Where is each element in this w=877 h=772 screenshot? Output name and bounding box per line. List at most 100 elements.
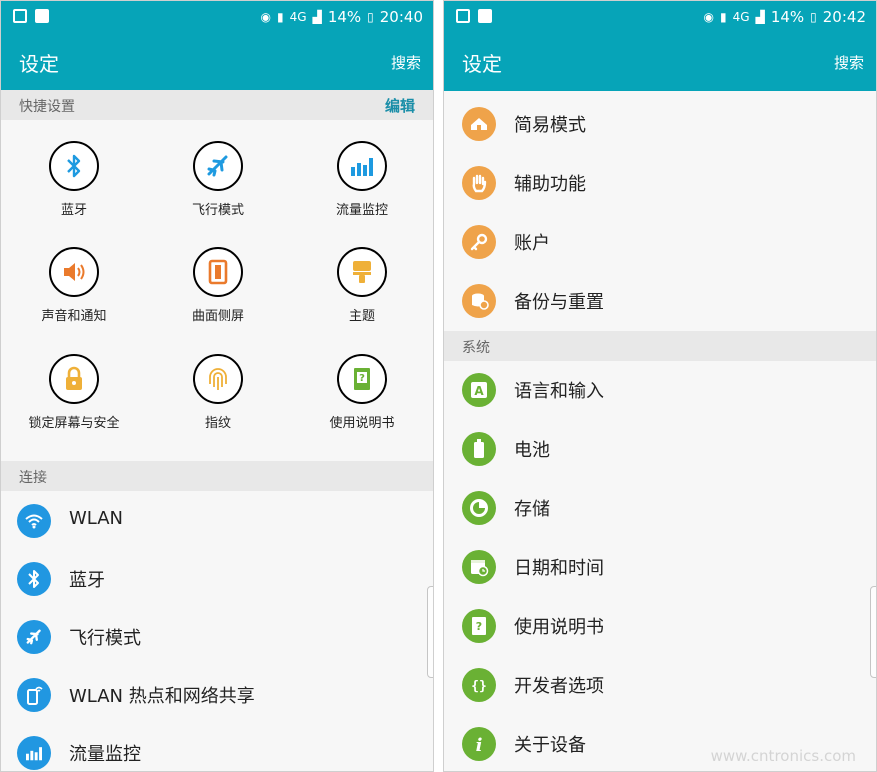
page-title: 设定 bbox=[19, 52, 59, 76]
list-item-accessibility[interactable]: 辅助功能 bbox=[444, 156, 876, 214]
sim-icon: ▮ bbox=[277, 10, 284, 24]
airplane-icon bbox=[193, 141, 243, 191]
app-bar: 设定 搜索 bbox=[1, 35, 433, 91]
speaker-icon bbox=[49, 247, 99, 297]
battery-icon: ▯ bbox=[810, 10, 817, 24]
quick-tile-sound[interactable]: 声音和通知 bbox=[9, 247, 139, 324]
quick-tile-edge-screen[interactable]: 曲面侧屏 bbox=[153, 247, 283, 324]
connections-header: 连接 bbox=[1, 461, 433, 491]
quick-settings-header: 快捷设置 编辑 bbox=[1, 90, 433, 120]
edit-button[interactable]: 编辑 bbox=[385, 95, 415, 116]
edge-panel-handle[interactable] bbox=[870, 586, 876, 678]
sim-icon: ▮ bbox=[720, 10, 727, 24]
list-item-label: 开发者选项 bbox=[514, 676, 604, 697]
bluetooth-icon bbox=[17, 562, 51, 596]
list-item-label: 简易模式 bbox=[514, 115, 586, 136]
tile-label: 锁定屏幕与安全 bbox=[28, 416, 120, 431]
search-button[interactable]: 搜索 bbox=[391, 52, 421, 73]
paintbrush-icon bbox=[337, 247, 387, 297]
manual-icon: ? bbox=[462, 609, 496, 643]
section-label: 连接 bbox=[19, 470, 47, 486]
tile-label: 主题 bbox=[348, 309, 375, 324]
hotspot-icon bbox=[17, 678, 51, 712]
clock: 20:42 bbox=[822, 8, 866, 26]
network-type: 4G bbox=[732, 10, 750, 24]
list-item-easy-mode[interactable]: 简易模式 bbox=[444, 97, 876, 155]
list-item-wlan[interactable]: WLAN bbox=[1, 494, 433, 552]
data-usage-icon bbox=[17, 736, 51, 770]
list-item-language-input[interactable]: A 语言和输入 bbox=[444, 363, 876, 421]
wifi-status-icon: ◉ bbox=[703, 10, 715, 24]
list-item-airplane[interactable]: 飞行模式 bbox=[1, 610, 433, 668]
battery-percent: 14% bbox=[327, 8, 362, 26]
tile-label: 流量监控 bbox=[335, 203, 388, 218]
list-item-label: 语言和输入 bbox=[514, 381, 604, 402]
quick-tile-bluetooth[interactable]: 蓝牙 bbox=[9, 141, 139, 218]
status-bar: ◉ ▮ 4G ▟ 14% ▯ 20:40 bbox=[1, 1, 433, 35]
app-notification-icon bbox=[478, 9, 492, 23]
tile-label: 蓝牙 bbox=[60, 203, 87, 218]
storage-icon bbox=[462, 491, 496, 525]
list-item-battery[interactable]: 电池 bbox=[444, 422, 876, 480]
list-item-label: 使用说明书 bbox=[514, 617, 604, 638]
list-item-storage[interactable]: 存储 bbox=[444, 481, 876, 539]
search-button[interactable]: 搜索 bbox=[834, 52, 864, 73]
app-bar: 设定 搜索 bbox=[444, 35, 876, 91]
watermark-text: www.cntronics.com bbox=[710, 747, 856, 765]
quick-tile-data-usage[interactable]: 流量监控 bbox=[297, 141, 427, 218]
hand-icon bbox=[462, 166, 496, 200]
edge-screen-icon bbox=[193, 247, 243, 297]
list-item-bluetooth[interactable]: 蓝牙 bbox=[1, 552, 433, 610]
edge-panel-handle[interactable] bbox=[427, 586, 433, 678]
list-item-date-time[interactable]: 日期和时间 bbox=[444, 540, 876, 598]
list-item-label: 电池 bbox=[514, 440, 550, 461]
tile-label: 曲面侧屏 bbox=[191, 309, 244, 324]
info-icon: i bbox=[462, 727, 496, 761]
notification-icon bbox=[456, 9, 470, 23]
list-item-label: 日期和时间 bbox=[514, 558, 604, 579]
language-icon: A bbox=[462, 373, 496, 407]
status-bar: ◉ ▮ 4G ▟ 14% ▯ 20:42 bbox=[444, 1, 876, 35]
list-item-data-usage[interactable]: 流量监控 bbox=[1, 726, 433, 771]
battery-icon: ▯ bbox=[367, 10, 374, 24]
network-type: 4G bbox=[289, 10, 307, 24]
svg-text:?: ? bbox=[476, 620, 482, 633]
quick-tile-themes[interactable]: 主题 bbox=[297, 247, 427, 324]
quick-tile-fingerprint[interactable]: 指纹 bbox=[153, 354, 283, 431]
system-header: 系统 bbox=[444, 331, 876, 361]
wifi-icon bbox=[17, 504, 51, 538]
list-item-hotspot[interactable]: WLAN 热点和网络共享 bbox=[1, 668, 433, 726]
quick-tile-manual[interactable]: ? 使用说明书 bbox=[297, 354, 427, 431]
airplane-icon bbox=[17, 620, 51, 654]
list-item-backup-reset[interactable]: 备份与重置 bbox=[444, 274, 876, 332]
list-item-developer-options[interactable]: {} 开发者选项 bbox=[444, 658, 876, 716]
quick-tile-airplane[interactable]: 飞行模式 bbox=[153, 141, 283, 218]
manual-icon: ? bbox=[337, 354, 387, 404]
tile-label: 飞行模式 bbox=[191, 203, 244, 218]
section-label: 系统 bbox=[462, 340, 490, 356]
list-item-label: 飞行模式 bbox=[69, 628, 141, 649]
settings-screen-left: ◉ ▮ 4G ▟ 14% ▯ 20:40 设定 搜索 快捷设置 编辑 蓝牙 飞行… bbox=[0, 0, 434, 772]
list-item-label: 账户 bbox=[514, 233, 550, 254]
bluetooth-icon bbox=[49, 141, 99, 191]
list-item-label: 存储 bbox=[514, 499, 550, 520]
settings-screen-right: ◉ ▮ 4G ▟ 14% ▯ 20:42 设定 搜索 简易模式 辅助功能 账户 bbox=[443, 0, 877, 772]
page-title: 设定 bbox=[462, 52, 502, 76]
key-icon bbox=[462, 225, 496, 259]
list-item-accounts[interactable]: 账户 bbox=[444, 215, 876, 273]
svg-text:{}: {} bbox=[471, 679, 487, 694]
list-item-label: 辅助功能 bbox=[514, 174, 586, 195]
list-item-label: WLAN 热点和网络共享 bbox=[69, 686, 255, 707]
backup-icon bbox=[462, 284, 496, 318]
section-label: 快捷设置 bbox=[19, 99, 75, 115]
quick-tile-lock-security[interactable]: 锁定屏幕与安全 bbox=[9, 354, 139, 431]
battery-icon bbox=[462, 432, 496, 466]
wifi-status-icon: ◉ bbox=[260, 10, 272, 24]
list-item-label: 备份与重置 bbox=[514, 292, 604, 313]
svg-text:?: ? bbox=[359, 373, 365, 384]
svg-text:A: A bbox=[474, 384, 484, 398]
list-item-manual[interactable]: ? 使用说明书 bbox=[444, 599, 876, 657]
tile-label: 声音和通知 bbox=[41, 309, 107, 324]
tile-label: 使用说明书 bbox=[329, 416, 395, 431]
list-item-label: 关于设备 bbox=[514, 735, 586, 756]
